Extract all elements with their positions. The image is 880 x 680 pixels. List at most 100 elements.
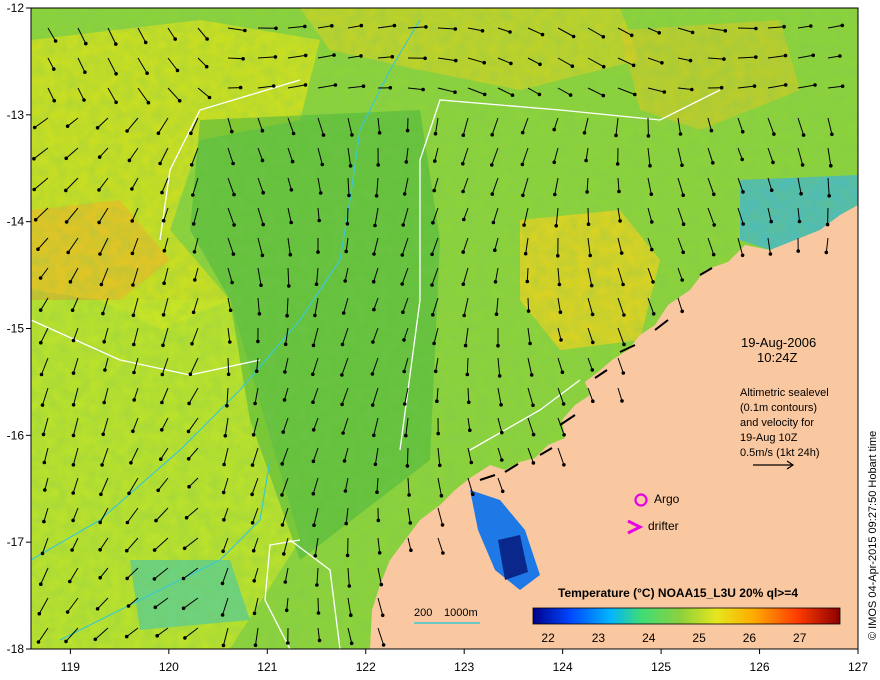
- velocity-arrow-head: [345, 553, 350, 558]
- velocity-arrow-head: [318, 191, 323, 195]
- velocity-arrow-head: [291, 131, 296, 136]
- velocity-arrow-head: [39, 340, 43, 345]
- velocity-arrow-head: [52, 98, 56, 103]
- velocity-arrow: [737, 27, 756, 29]
- velocity-arrow-head: [680, 278, 684, 282]
- lat-tick-label: -12: [7, 1, 25, 15]
- velocity-arrow-head: [438, 463, 442, 468]
- velocity-arrow-head: [590, 368, 595, 372]
- velocity-arrow-head: [500, 430, 504, 435]
- velocity-arrow-head: [377, 131, 382, 135]
- date-label: 19-Aug-2006: [741, 335, 816, 350]
- velocity-arrow-head: [347, 193, 351, 198]
- velocity-arrow-head: [510, 93, 515, 97]
- velocity-arrow-head: [345, 222, 350, 226]
- velocity-arrow-head: [752, 84, 757, 88]
- velocity-arrow-head: [825, 222, 830, 227]
- velocity-arrow-head: [252, 611, 257, 616]
- velocity-arrow-head: [556, 254, 560, 258]
- velocity-arrow-head: [562, 433, 566, 437]
- velocity-arrow-head: [152, 577, 157, 581]
- velocity-arrow-head: [494, 312, 499, 317]
- velocity-arrow-head: [436, 431, 441, 436]
- velocity-arrow-head: [622, 342, 626, 347]
- velocity-arrow-head: [125, 129, 129, 133]
- velocity-arrow-head: [529, 373, 534, 377]
- velocity-arrow-head: [102, 339, 106, 344]
- velocity-arrow-head: [39, 372, 44, 377]
- velocity-arrow-head: [317, 218, 322, 223]
- velocity-arrow-head: [38, 276, 43, 280]
- velocity-arrow-head: [538, 62, 542, 67]
- time-label: 10:24Z: [757, 350, 798, 365]
- velocity-arrow-head: [347, 584, 352, 588]
- velocity-arrow-head: [719, 85, 724, 90]
- velocity-arrow-head: [161, 313, 166, 317]
- velocity-arrow-head: [678, 132, 683, 136]
- velocity-arrow-head: [771, 160, 775, 165]
- longitude-axis: 119 120 121 122 123 124 125 126 127: [61, 649, 868, 674]
- velocity-arrow-head: [127, 158, 132, 163]
- velocity-arrow-head: [461, 133, 466, 137]
- velocity-arrow-head: [586, 222, 591, 226]
- velocity-arrow-head: [649, 192, 654, 196]
- velocity-arrow-head: [152, 548, 157, 552]
- velocity-arrow-head: [557, 282, 562, 287]
- velocity-arrow-head: [490, 132, 495, 137]
- altimetry-line-4: 19-Aug 10Z: [740, 432, 798, 444]
- velocity-arrow-head: [520, 162, 525, 167]
- velocity-arrow-head: [189, 131, 193, 136]
- velocity-arrow-head: [126, 604, 131, 608]
- velocity-arrow-head: [601, 64, 606, 69]
- velocity-arrow-head: [523, 251, 528, 256]
- colorbar: [532, 607, 841, 625]
- velocity-arrow-head: [424, 25, 428, 29]
- velocity-arrow-head: [95, 126, 100, 130]
- velocity-arrow-head: [462, 217, 466, 222]
- velocity-arrow-head: [617, 189, 621, 194]
- velocity-arrow-head: [130, 219, 134, 223]
- velocity-arrow-head: [454, 58, 458, 63]
- altimetry-line-5: 0.5m/s (1kt 24h): [740, 447, 819, 459]
- velocity-arrow-head: [256, 339, 260, 344]
- velocity-arrow-head: [372, 307, 376, 312]
- latitude-axis: -12 -13 -14 -15 -16 -17 -18: [7, 1, 31, 656]
- velocity-arrow-head: [723, 29, 728, 33]
- velocity-arrow-head: [231, 252, 236, 256]
- velocity-arrow-head: [155, 634, 159, 638]
- velocity-arrow-head: [629, 33, 634, 38]
- velocity-arrow-head: [531, 403, 535, 408]
- velocity-arrow-head: [740, 157, 744, 162]
- velocity-arrow-head: [344, 521, 349, 526]
- velocity-arrow-head: [465, 372, 470, 377]
- velocity-arrow-head: [97, 220, 101, 225]
- colorbar-tick-label: 24: [642, 631, 656, 645]
- velocity-arrow-head: [330, 24, 334, 28]
- velocity-arrow-head: [509, 61, 513, 66]
- velocity-arrow-head: [342, 459, 347, 463]
- velocity-arrow-head: [482, 60, 487, 65]
- lon-tick-label: 122: [356, 660, 376, 674]
- velocity-arrow-head: [52, 67, 56, 71]
- credit-text: © IMOS 04-Apr-2015 09:27:50 Hobart time: [867, 431, 879, 640]
- velocity-arrow-head: [490, 192, 495, 196]
- velocity-arrow-head: [125, 576, 129, 581]
- velocity-arrow-head: [614, 133, 618, 138]
- velocity-arrow-head: [98, 575, 102, 580]
- velocity-arrow-head: [811, 53, 815, 58]
- velocity-arrow-head: [37, 611, 42, 616]
- velocity-arrow-head: [260, 158, 265, 163]
- velocity-arrow-head: [130, 251, 135, 256]
- velocity-arrow-head: [522, 223, 526, 227]
- velocity-arrow-head: [225, 403, 229, 408]
- velocity-arrow-head: [230, 280, 234, 285]
- velocity-arrow-head: [114, 72, 118, 76]
- velocity-arrow-head: [615, 162, 620, 166]
- velocity-arrow-head: [431, 220, 435, 225]
- velocity-arrow-head: [40, 551, 45, 556]
- velocity-arrow-head: [254, 369, 259, 374]
- velocity-arrow-head: [768, 252, 773, 256]
- velocity-arrow-head: [190, 342, 194, 346]
- velocity-arrow-head: [540, 32, 545, 37]
- velocity-arrow-head: [261, 190, 266, 195]
